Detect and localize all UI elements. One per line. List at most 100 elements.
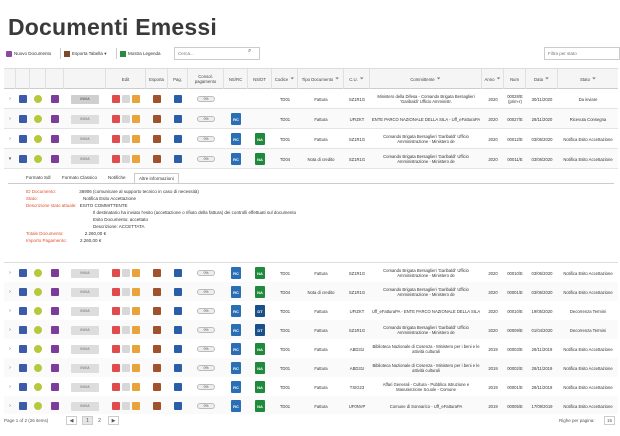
rc-badge[interactable]: RC (231, 267, 241, 279)
filter-state-input[interactable] (544, 47, 620, 60)
prev-page-button[interactable]: ◀ (66, 416, 77, 425)
na-badge[interactable]: NA (255, 133, 265, 145)
expand-toggle[interactable]: ▾ (4, 149, 16, 169)
filter-icon[interactable]: ⏷ (290, 76, 294, 82)
rc-badge[interactable]: RC (231, 133, 241, 145)
filter-icon[interactable]: ⏷ (497, 76, 501, 82)
payment-icon[interactable] (174, 155, 182, 163)
edit-icon[interactable] (122, 288, 130, 296)
export-row-icon[interactable] (153, 345, 161, 353)
chevron-right-icon[interactable]: › (9, 365, 11, 371)
expand-toggle[interactable]: › (4, 129, 16, 149)
expand-toggle[interactable]: › (4, 377, 16, 397)
delete-icon[interactable] (112, 269, 120, 277)
filter-icon[interactable]: ⏷ (545, 76, 549, 82)
send-button[interactable]: INVIA (71, 401, 99, 411)
export-row-icon[interactable] (153, 326, 161, 334)
expand-toggle[interactable]: › (4, 109, 16, 129)
col-codice[interactable]: Codice ⏷ (272, 69, 298, 89)
delete-icon[interactable] (112, 383, 120, 391)
delete-icon[interactable] (112, 364, 120, 372)
col-tipo[interactable]: Tipo Documento ⏷ (298, 69, 344, 89)
edit-icon[interactable] (122, 383, 130, 391)
col-nsdt[interactable]: NS/DT (248, 69, 272, 89)
na-badge[interactable]: NA (255, 381, 265, 393)
delete-icon[interactable] (112, 155, 120, 163)
search-doc-icon[interactable] (51, 288, 59, 296)
col-export[interactable]: Esporta (146, 69, 168, 89)
delete-icon[interactable] (112, 402, 120, 410)
payment-icon[interactable] (174, 326, 182, 334)
copy-icon[interactable] (132, 402, 140, 410)
send-button[interactable]: INVIA (71, 382, 99, 392)
na-badge[interactable]: NA (255, 267, 265, 279)
send-button[interactable]: INVIA (71, 287, 99, 297)
search-doc-icon[interactable] (51, 155, 59, 163)
filter-icon[interactable]: ⏷ (437, 76, 441, 82)
col-pag[interactable]: Pag. (168, 69, 188, 89)
chevron-right-icon[interactable]: › (9, 116, 11, 122)
next-page-button[interactable]: ▶ (108, 416, 119, 425)
delete-icon[interactable] (112, 345, 120, 353)
chevron-right-icon[interactable]: › (9, 403, 11, 409)
edit-icon[interactable] (122, 345, 130, 353)
col-cui[interactable]: C.U. ⏷ (344, 69, 370, 89)
edit-icon[interactable] (122, 364, 130, 372)
send-button[interactable]: INVIA (71, 363, 99, 373)
send-button[interactable]: INVIA (71, 94, 99, 104)
col-stato[interactable]: Stato ⏷ (558, 69, 618, 89)
delete-icon[interactable] (112, 135, 120, 143)
page-1-button[interactable]: 1 (82, 416, 93, 425)
export-row-icon[interactable] (153, 155, 161, 163)
copy-icon[interactable] (132, 345, 140, 353)
payment-icon[interactable] (174, 307, 182, 315)
copy-icon[interactable] (132, 307, 140, 315)
chevron-down-icon[interactable]: ▾ (9, 156, 12, 162)
filter-icon[interactable]: ⏷ (592, 76, 596, 82)
copy-icon[interactable] (132, 95, 140, 103)
expand-toggle[interactable]: › (4, 396, 16, 414)
search-doc-icon[interactable] (51, 95, 59, 103)
delete-icon[interactable] (112, 95, 120, 103)
copy-icon[interactable] (132, 155, 140, 163)
copy-icon[interactable] (132, 269, 140, 277)
rc-badge[interactable]: RC (231, 381, 241, 393)
payment-icon[interactable] (174, 364, 182, 372)
payment-icon[interactable] (174, 135, 182, 143)
search-doc-icon[interactable] (51, 135, 59, 143)
rows-per-page-select[interactable]: 15 (604, 416, 616, 425)
copy-icon[interactable] (132, 135, 140, 143)
rc-badge[interactable]: RC (231, 113, 241, 125)
col-num[interactable]: Num (504, 69, 526, 89)
export-row-icon[interactable] (153, 364, 161, 372)
col-edit[interactable]: Edit (106, 69, 146, 89)
rc-badge[interactable]: RC (231, 362, 241, 374)
search-doc-icon[interactable] (51, 383, 59, 391)
tab-formato-classico[interactable]: Formato Classico (58, 173, 101, 183)
send-button[interactable]: INVIA (71, 306, 99, 316)
delete-icon[interactable] (112, 288, 120, 296)
export-row-icon[interactable] (153, 135, 161, 143)
col-committente[interactable]: Committente ⏷ (370, 69, 482, 89)
col-nsrc[interactable]: NS/RC (224, 69, 248, 89)
copy-icon[interactable] (132, 288, 140, 296)
payment-icon[interactable] (174, 115, 182, 123)
edit-icon[interactable] (122, 269, 130, 277)
copy-icon[interactable] (132, 326, 140, 334)
col-anno[interactable]: Anno ⏷ (482, 69, 504, 89)
expand-toggle[interactable]: › (4, 320, 16, 340)
send-button[interactable]: INVIA (71, 154, 99, 164)
rc-badge[interactable]: RC (231, 305, 241, 317)
dt-badge[interactable]: DT (255, 324, 265, 336)
search-doc-icon[interactable] (51, 307, 59, 315)
payment-icon[interactable] (174, 95, 182, 103)
edit-icon[interactable] (122, 402, 130, 410)
expand-toggle[interactable]: › (4, 89, 16, 109)
send-button[interactable]: INVIA (71, 268, 99, 278)
copy-icon[interactable] (132, 364, 140, 372)
payment-icon[interactable] (174, 269, 182, 277)
new-document-button[interactable]: Nuovo Documento (6, 46, 51, 61)
expand-toggle[interactable]: › (4, 282, 16, 302)
send-button[interactable]: INVIA (71, 134, 99, 144)
rc-badge[interactable]: RC (231, 343, 241, 355)
